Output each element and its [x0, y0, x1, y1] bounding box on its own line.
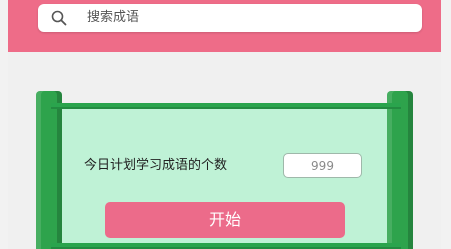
top-header: 搜索成语	[8, 0, 441, 52]
bottom-frame-rail	[51, 243, 401, 249]
start-button[interactable]: 开始	[105, 202, 345, 238]
search-bar[interactable]: 搜索成语	[38, 4, 422, 32]
search-icon	[51, 10, 67, 26]
top-frame-rail	[51, 103, 401, 109]
study-count-input[interactable]	[283, 153, 362, 178]
left-frame-post	[36, 91, 62, 249]
right-frame-post	[387, 91, 413, 249]
search-placeholder: 搜索成语	[87, 10, 140, 25]
study-count-prompt: 今日计划学习成语的个数	[84, 158, 228, 173]
